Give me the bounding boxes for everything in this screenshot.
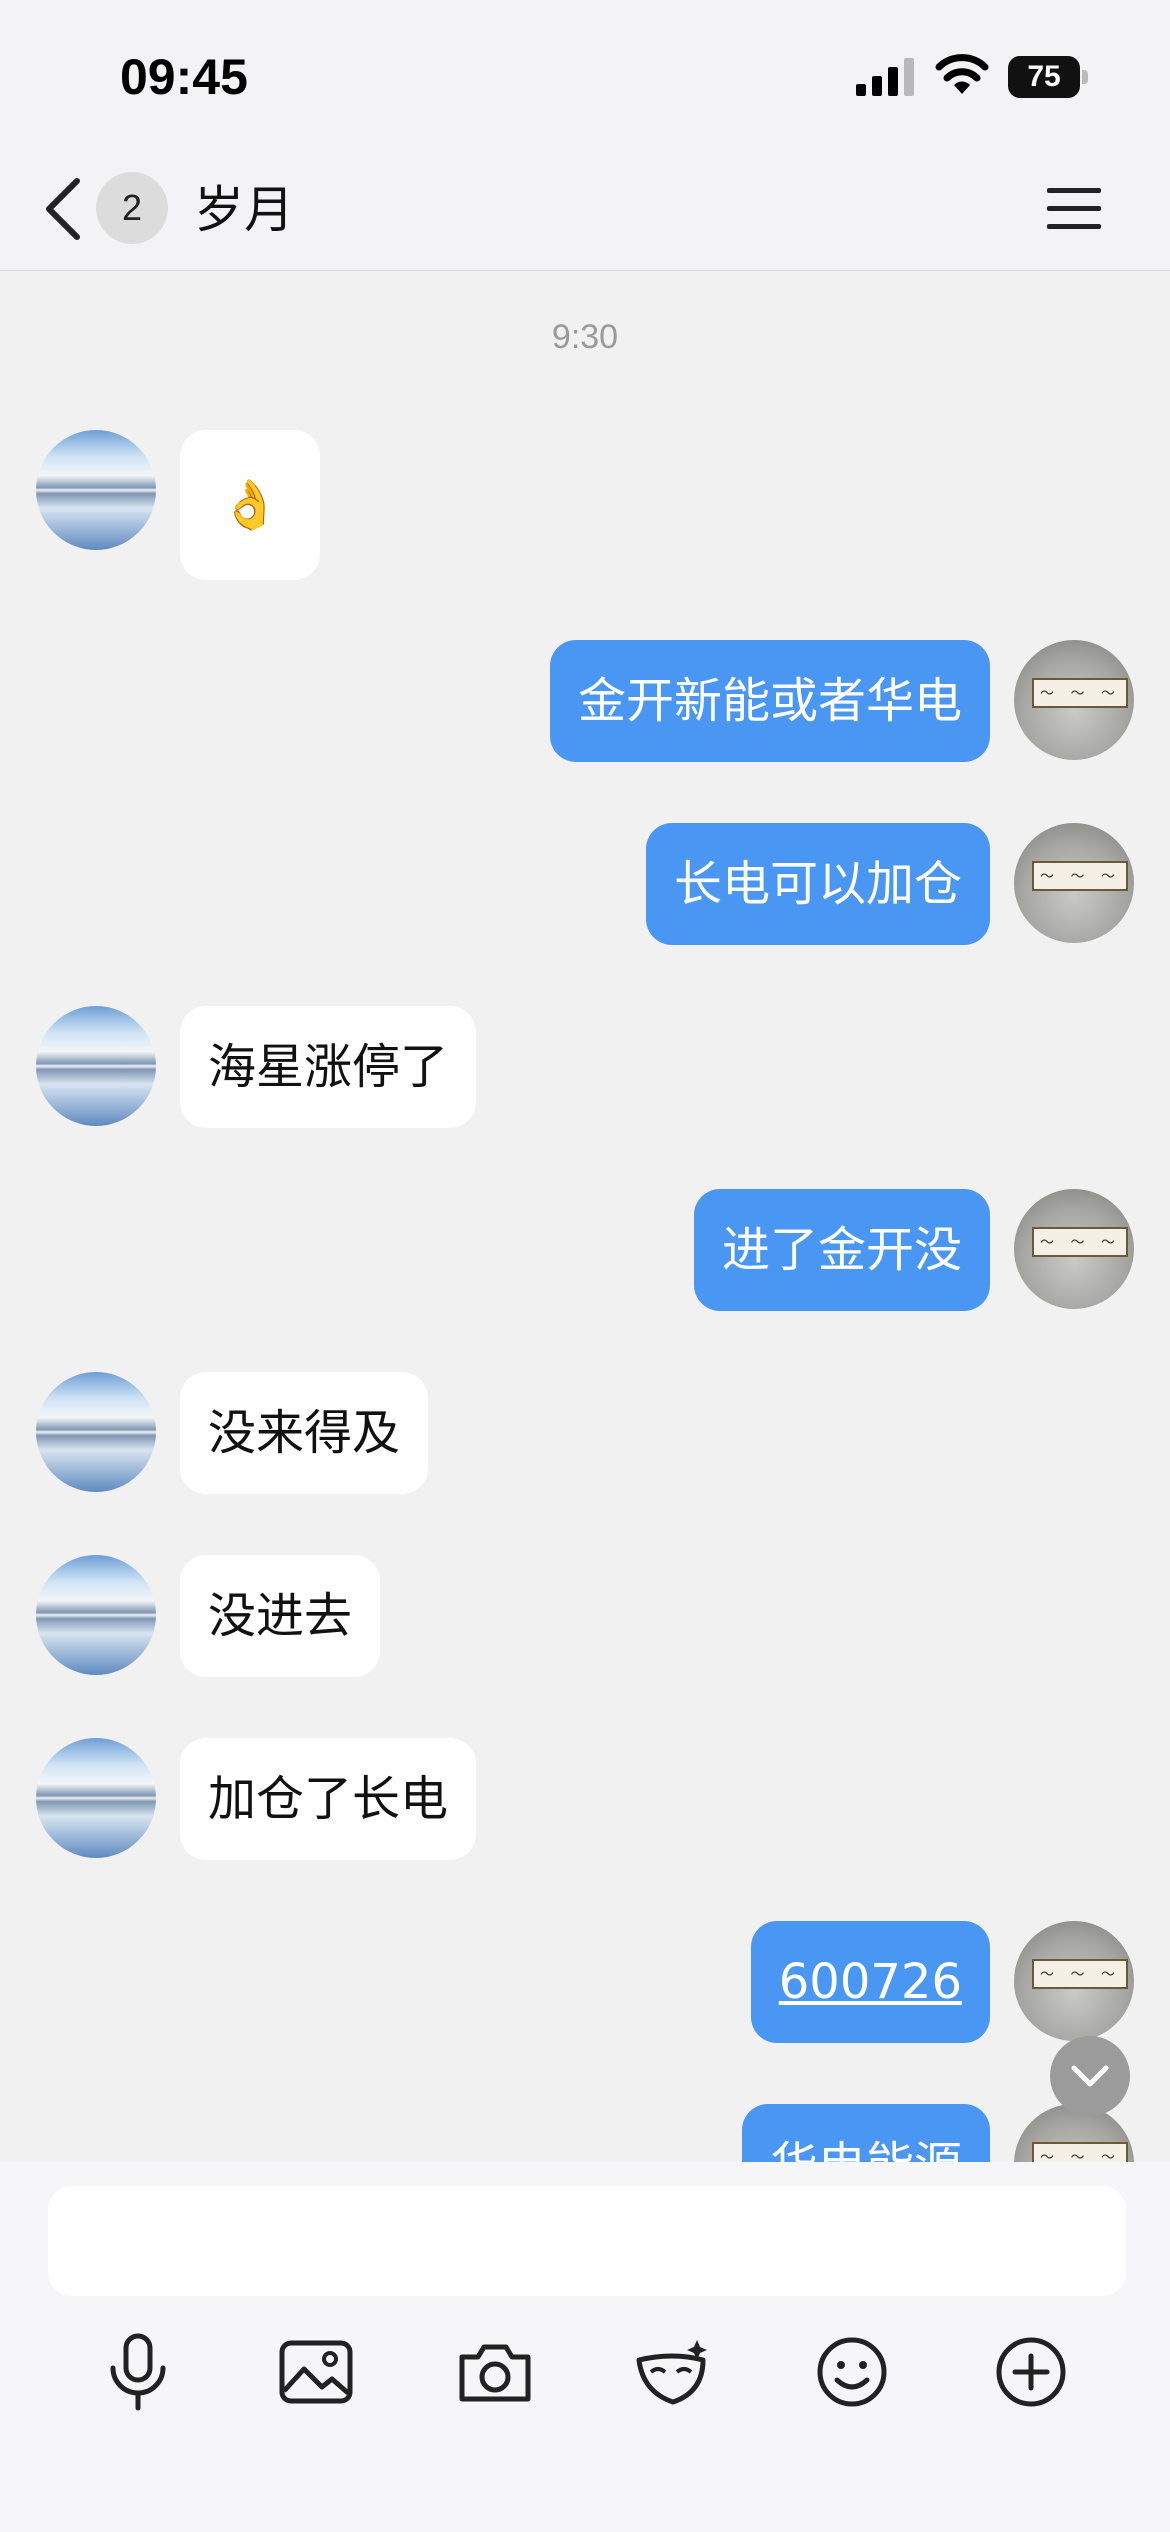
my-avatar[interactable]: 〜 〜 〜 [1014, 823, 1134, 943]
composer-toolbar [0, 2324, 1170, 2420]
message-bubble-incoming[interactable]: 👌 [180, 430, 320, 580]
message-bubble-incoming[interactable]: 海星涨停了 [180, 1006, 477, 1128]
battery-icon: 75 [1008, 56, 1090, 98]
my-avatar[interactable]: 〜 〜 〜 [1014, 1189, 1134, 1309]
contact-avatar[interactable] [36, 1555, 156, 1675]
contact-avatar[interactable] [36, 1372, 156, 1492]
contact-avatar[interactable] [36, 1006, 156, 1126]
message-bubble-outgoing[interactable]: 金开新能或者华电 [549, 640, 990, 762]
stock-code-link[interactable]: 600726 [779, 1954, 962, 2010]
emoji-button[interactable] [804, 2324, 900, 2420]
image-icon [279, 2340, 353, 2404]
emoji-icon [817, 2337, 887, 2407]
status-time: 09:45 [120, 49, 248, 105]
status-bar: 09:45 75 [0, 0, 1170, 150]
cellular-signal-icon [856, 58, 914, 96]
scroll-to-bottom-button[interactable] [1050, 2036, 1130, 2116]
plus-icon [996, 2337, 1066, 2407]
message-input[interactable] [48, 2186, 1126, 2296]
mask-icon [636, 2340, 707, 2405]
message-text: 进了金开没 [721, 1222, 962, 1278]
message-text: 👌 [220, 477, 280, 533]
unread-count-badge[interactable]: 2 [96, 172, 168, 244]
message-text: 没来得及 [208, 1405, 401, 1461]
my-avatar[interactable]: 〜 〜 〜 [1014, 1921, 1134, 2041]
chat-header: 2 岁月 [0, 150, 1170, 271]
message-bubble-incoming[interactable]: 加仓了长电 [180, 1738, 477, 1860]
message-timestamp: 9:30 [551, 318, 619, 356]
camera-icon [459, 2344, 531, 2402]
message-text: 长电可以加仓 [673, 856, 962, 912]
message-bubble-outgoing[interactable]: 600726 [750, 1921, 990, 2043]
message-bubble-outgoing[interactable]: 长电可以加仓 [645, 823, 990, 945]
mask-button[interactable] [625, 2324, 721, 2420]
contact-avatar[interactable] [36, 1738, 156, 1858]
camera-button[interactable] [447, 2324, 543, 2420]
menu-icon[interactable] [1045, 180, 1103, 238]
message-bubble-incoming[interactable]: 没进去 [180, 1555, 381, 1677]
message-text: 没进去 [208, 1588, 353, 1644]
message-text: 金开新能或者华电 [577, 673, 962, 729]
contact-avatar[interactable] [36, 430, 156, 550]
chevron-left-icon [46, 178, 80, 240]
chat-title: 岁月 [194, 181, 294, 239]
photo-button[interactable] [268, 2324, 364, 2420]
message-text: 海星涨停了 [208, 1039, 449, 1095]
back-button[interactable] [38, 176, 88, 242]
wifi-icon [935, 54, 989, 94]
message-composer [0, 2162, 1170, 2532]
voice-button[interactable] [90, 2324, 186, 2420]
my-avatar[interactable]: 〜 〜 〜 [1014, 640, 1134, 760]
more-button[interactable] [983, 2324, 1079, 2420]
message-text: 加仓了长电 [208, 1771, 449, 1827]
message-bubble-outgoing[interactable]: 进了金开没 [693, 1189, 990, 1311]
microphone-icon [110, 2333, 166, 2411]
battery-level: 75 [1008, 56, 1080, 98]
message-bubble-incoming[interactable]: 没来得及 [180, 1372, 429, 1494]
chevron-down-icon [1071, 2065, 1109, 2087]
